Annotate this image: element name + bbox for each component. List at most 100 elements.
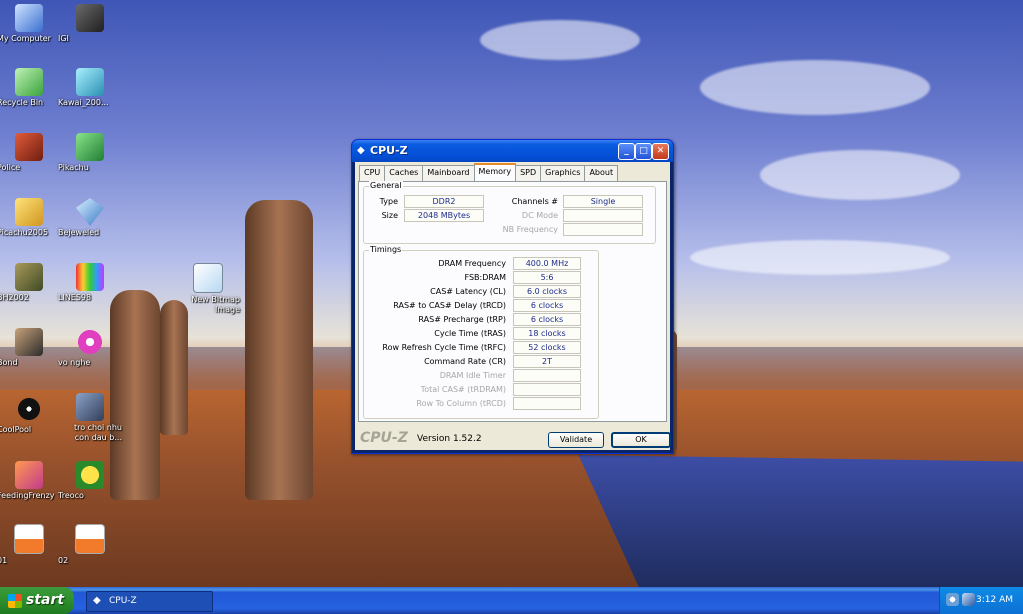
clock[interactable]: 3:12 AM	[976, 595, 1013, 605]
timing-label: Command Rate (CR)	[424, 357, 506, 366]
bond-icon	[15, 328, 43, 356]
computer-icon	[15, 4, 43, 32]
pool-ball-icon	[15, 395, 43, 423]
timing-label: RAS# Precharge (tRP)	[418, 315, 506, 324]
fish-icon	[15, 461, 43, 489]
windows-flag-icon	[8, 594, 22, 608]
desktop-icon-feedingfrenzy[interactable]: FeedingFrenzy	[0, 461, 61, 500]
desktop-icon-bejeweled[interactable]: Bejeweled	[58, 198, 122, 237]
window-client: CPU Caches Mainboard Memory SPD Graphics…	[355, 162, 671, 450]
cpuz-icon: ◆	[93, 595, 101, 606]
tray-back-icon[interactable]	[946, 593, 959, 606]
general-group: General Type DDR2 Size 2048 MBytes Chann…	[363, 181, 656, 244]
image-file-icon	[75, 524, 105, 554]
title-bar[interactable]: ◆ CPU-Z _ □ ✕	[352, 140, 673, 162]
desktop-icon-02[interactable]: 02	[58, 524, 122, 565]
nbfreq-value	[563, 223, 643, 236]
timing-value: 6 clocks	[513, 299, 581, 312]
desktop-icon-treoco[interactable]: Treoco	[58, 461, 122, 500]
desktop-icon-tro-choi[interactable]: tro choi nhu con dau b...	[58, 393, 122, 442]
dcmode-label: DC Mode	[521, 211, 558, 220]
tray-network-icon[interactable]	[962, 593, 975, 606]
tab-mainboard[interactable]: Mainboard	[422, 165, 475, 181]
maximize-button[interactable]: □	[635, 143, 652, 160]
vo-nghe-icon	[76, 328, 104, 356]
recycle-bin-icon	[15, 68, 43, 96]
timing-label: Total CAS# (tRDRAM)	[420, 385, 506, 394]
desktop-icon-my-computer[interactable]: My Computer	[0, 4, 61, 43]
igi-icon	[76, 4, 104, 32]
dcmode-value	[563, 209, 643, 222]
timing-label: DRAM Frequency	[438, 259, 506, 268]
desktop-icon-recycle-bin[interactable]: Recycle Bin	[0, 68, 61, 107]
desktop-icon-coolpool[interactable]: CoolPool	[0, 395, 61, 434]
timing-value	[513, 369, 581, 382]
tab-cpu[interactable]: CPU	[359, 165, 386, 181]
general-title: General	[369, 181, 403, 190]
timing-label: Cycle Time (tRAS)	[434, 329, 506, 338]
timing-label: CAS# Latency (CL)	[430, 287, 506, 296]
taskbar-item-cpuz[interactable]: ◆ CPU-Z	[86, 591, 213, 612]
timing-label: RAS# to CAS# Delay (tRCD)	[393, 301, 506, 310]
tab-spd[interactable]: SPD	[515, 165, 542, 181]
desktop-icon-vo-nghe[interactable]: vo nghe	[58, 328, 122, 367]
timings-group: Timings DRAM Frequency 400.0 MHz FSB:DRA…	[363, 245, 599, 419]
type-value: DDR2	[404, 195, 484, 208]
validate-button[interactable]: Validate	[548, 432, 604, 448]
image-file-icon	[14, 524, 44, 554]
nbfreq-label: NB Frequency	[502, 225, 558, 234]
tab-about[interactable]: About	[584, 165, 619, 181]
cloud	[480, 20, 640, 60]
cpuz-icon: ◆	[357, 145, 365, 156]
tab-strip: CPU Caches Mainboard Memory SPD Graphics…	[359, 163, 619, 182]
desktop-icon-new-bitmap[interactable]: New Bitmap Image	[176, 263, 240, 314]
channels-label: Channels #	[511, 197, 558, 206]
desktop-icon-pikachu[interactable]: Pikachu	[58, 133, 122, 172]
timing-value: 2T	[513, 355, 581, 368]
cloud	[700, 60, 930, 115]
desktop-icon-police[interactable]: Police	[0, 133, 61, 172]
timing-value: 18 clocks	[513, 327, 581, 340]
timing-value: 6 clocks	[513, 313, 581, 326]
taskbar: start ◆ CPU-Z 3:12 AM	[0, 587, 1023, 614]
size-value: 2048 MBytes	[404, 209, 484, 222]
desktop-icon-picachu2005[interactable]: Picachu2005	[0, 198, 61, 237]
start-button[interactable]: start	[0, 587, 74, 614]
timing-label: DRAM Idle Timer	[439, 371, 506, 380]
channels-value: Single	[563, 195, 643, 208]
desktop-icon-igi[interactable]: IGI	[58, 4, 122, 43]
desktop-icon-lines98[interactable]: LINES98	[58, 263, 122, 302]
version-text: Version 1.52.2	[417, 434, 482, 444]
ok-button[interactable]: OK	[611, 432, 671, 448]
desktop-icon-bh2002[interactable]: BH2002	[0, 263, 61, 302]
lines98-icon	[76, 263, 104, 291]
size-label: Size	[381, 211, 398, 220]
timing-label: Row To Column (tRCD)	[416, 399, 506, 408]
gem-icon	[76, 198, 104, 226]
tab-graphics[interactable]: Graphics	[540, 165, 586, 181]
type-label: Type	[379, 197, 398, 206]
desktop-icon-kawai[interactable]: Kawai_200...	[58, 68, 122, 107]
cloud	[690, 240, 950, 275]
treoco-icon	[76, 461, 104, 489]
timing-value: 5:6	[513, 271, 581, 284]
timing-label: Row Refresh Cycle Time (tRFC)	[382, 343, 506, 352]
close-button[interactable]: ✕	[652, 143, 669, 160]
bh2002-icon	[15, 263, 43, 291]
window-title: CPU-Z	[370, 144, 408, 157]
start-label: start	[26, 592, 65, 608]
game-icon	[76, 393, 104, 421]
desktop-icon-01[interactable]: 01	[0, 524, 61, 565]
memory-tab-panel: General Type DDR2 Size 2048 MBytes Chann…	[358, 181, 667, 422]
cloud	[760, 150, 960, 200]
cpuz-window: ◆ CPU-Z _ □ ✕ CPU Caches Mainboard Memor…	[351, 139, 674, 454]
timings-title: Timings	[369, 245, 403, 254]
tab-caches[interactable]: Caches	[384, 165, 424, 181]
picachu-icon	[15, 198, 43, 226]
timing-value: 52 clocks	[513, 341, 581, 354]
minimize-button[interactable]: _	[618, 143, 635, 160]
desktop-icon-bond[interactable]: Bond	[0, 328, 61, 367]
timing-value	[513, 383, 581, 396]
pikachu-icon	[76, 133, 104, 161]
tab-memory[interactable]: Memory	[473, 163, 517, 182]
